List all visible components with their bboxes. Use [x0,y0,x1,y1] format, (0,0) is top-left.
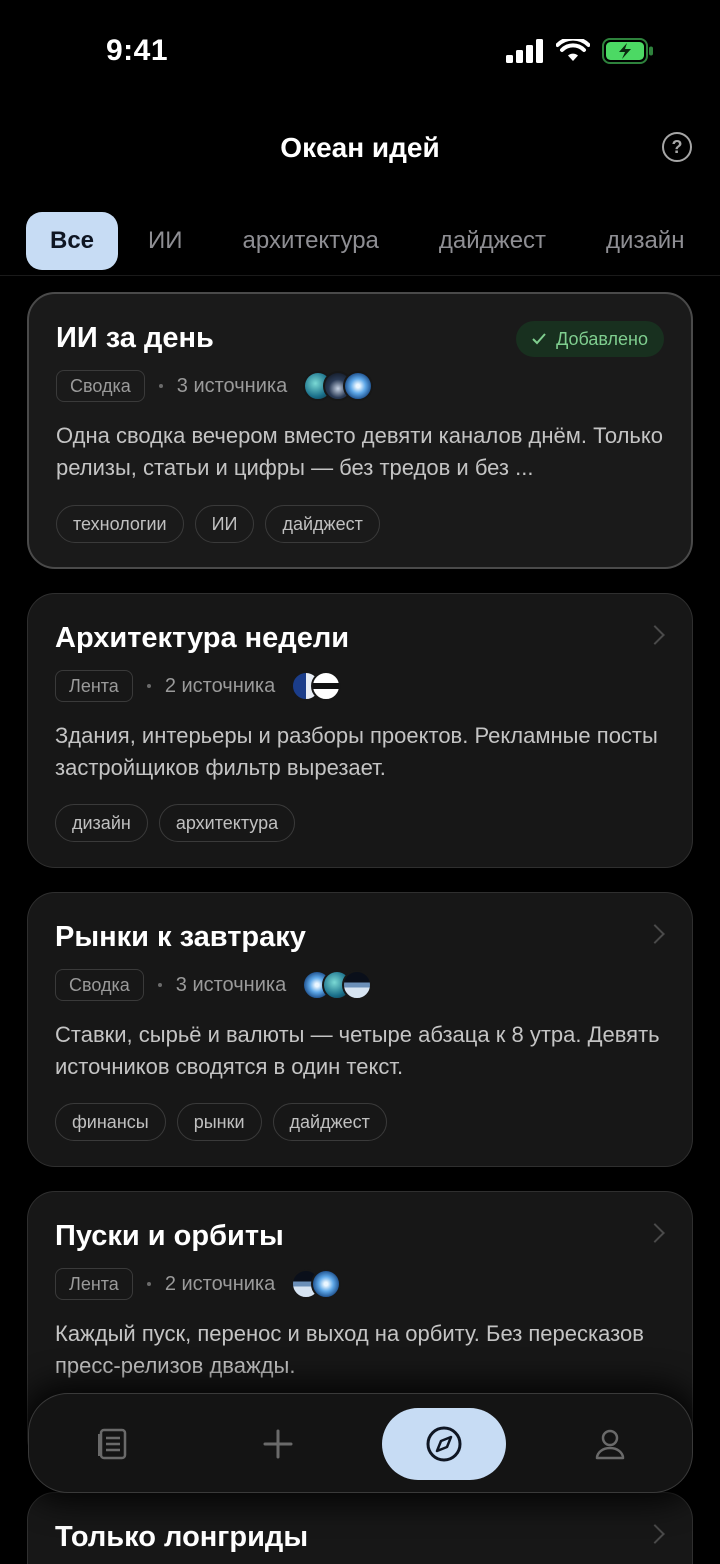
tag[interactable]: финансы [55,1103,166,1141]
tag[interactable]: технологии [56,505,184,543]
chevron-right-icon [645,1223,665,1243]
tag[interactable]: ИИ [194,505,255,543]
signal-icon [506,39,543,63]
card-meta: Лента 2 источника [55,1268,342,1300]
card-title: Пуски и орбиты [55,1220,284,1252]
tag[interactable]: дизайн [55,804,148,842]
tab-ai[interactable]: ИИ [118,212,213,270]
tag-list: финансы рынки дайджест [55,1103,387,1141]
card-title: Рынки к завтраку [55,921,306,953]
separator-dot [157,983,162,987]
status-time: 9:41 [106,34,169,67]
tab-architecture[interactable]: архитектура [213,212,409,270]
card-description: Каждый пуск, перенос и выход на орбиту. … [55,1321,644,1378]
card-title: Только лонгриды [55,1521,309,1553]
source-count: 2 источника [164,1272,276,1295]
tag[interactable]: архитектура [158,804,296,842]
nav-feed-button[interactable] [79,1408,145,1480]
nav-explore-button[interactable] [382,1408,506,1480]
source-count: 3 источника [176,374,288,397]
check-icon [532,333,546,345]
list-icon [98,1428,127,1460]
source-count: 2 источника [164,674,276,697]
tab-all[interactable]: Все [26,211,119,270]
source-avatar [342,970,373,1000]
wifi-icon [556,39,590,61]
page-title: Океан идей [280,132,440,163]
feed-card[interactable]: ИИ за день Добавлено Сводка 3 источника … [27,292,693,569]
source-avatars [291,671,342,701]
nav-add-button[interactable] [245,1408,311,1480]
separator-dot [158,384,163,388]
chevron-right-icon [645,1524,665,1544]
filter-tabs: Все ИИ архитектура дайджест дизайн [0,206,720,276]
chevron-right-icon [645,625,665,645]
tab-design[interactable]: дизайн [576,212,714,270]
question-icon: ? [671,136,683,157]
card-meta: Лента 2 источника [55,670,342,702]
tag[interactable]: дайджест [272,1103,387,1141]
type-pill: Лента [55,670,133,702]
tag-list: технологии ИИ дайджест [56,505,380,543]
nav-profile-button[interactable] [577,1408,643,1480]
added-badge-label: Добавлено [556,328,648,349]
card-description: Здания, интерьеры и разборы проектов. Ре… [55,723,658,780]
card-title: Архитектура недели [55,622,350,654]
type-pill: Сводка [55,969,144,1001]
tag[interactable]: рынки [176,1103,262,1141]
added-badge: Добавлено [516,321,664,357]
tag[interactable]: дайджест [265,505,380,543]
feed-card[interactable]: Рынки к завтраку Сводка 3 источника Став… [27,892,693,1167]
source-avatar [311,1269,342,1299]
separator-dot [146,1282,151,1286]
compass-icon [426,1426,462,1462]
card-title: ИИ за день [56,322,214,354]
person-icon [595,1429,625,1460]
tab-digest[interactable]: дайджест [409,212,576,270]
source-avatar [311,671,342,701]
status-bar: 9:41 [0,0,720,100]
source-avatars [291,1269,342,1299]
help-button[interactable]: ? [662,132,692,162]
status-icons [506,38,654,64]
card-description: Ставки, сырьё и валюты — четыре абзаца к… [55,1022,660,1079]
source-avatars [303,371,374,401]
card-meta: Сводка 3 источника [56,370,374,402]
plus-icon [263,1429,293,1459]
chevron-right-icon [645,924,665,944]
separator-dot [146,684,151,688]
source-count: 3 источника [175,973,287,996]
source-avatar [343,371,374,401]
bottom-nav [28,1393,693,1493]
source-avatars [302,970,373,1000]
card-description: Одна сводка вечером вместо девяти канало… [56,423,663,480]
screen: 9:41 Океан идей ? Все ИИ архитектура дай… [0,0,720,1564]
feed-card[interactable]: Только лонгриды [27,1492,693,1564]
type-pill: Сводка [56,370,145,402]
header: Океан идей ? [0,110,720,184]
battery-icon [602,38,653,64]
feed-card[interactable]: Архитектура недели Лента 2 источника Зда… [27,593,693,868]
card-meta: Сводка 3 источника [55,969,373,1001]
tag-list: дизайн архитектура [55,804,296,842]
type-pill: Лента [55,1268,133,1300]
